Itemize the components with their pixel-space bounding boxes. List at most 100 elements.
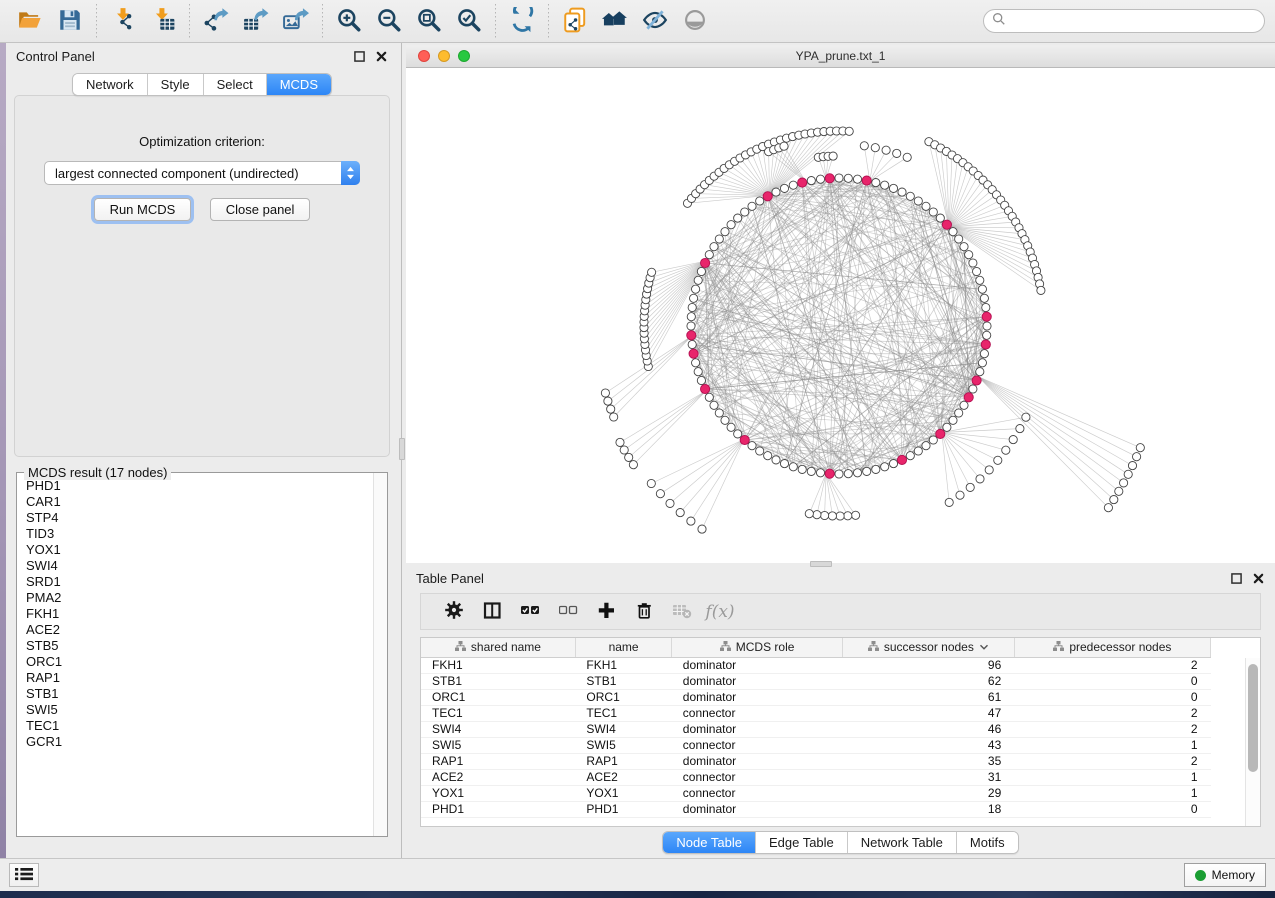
network-node[interactable]: [980, 350, 988, 358]
network-node[interactable]: [922, 202, 930, 210]
network-node[interactable]: [721, 416, 729, 424]
zoom-selected-button[interactable]: [449, 4, 489, 38]
network-node[interactable]: [914, 447, 922, 455]
network-node[interactable]: [1104, 504, 1112, 512]
deselect-all-button[interactable]: [549, 597, 587, 627]
network-node[interactable]: [710, 243, 718, 251]
network-node[interactable]: [1124, 470, 1132, 478]
network-node[interactable]: [960, 401, 968, 409]
network-node[interactable]: [629, 461, 637, 469]
network-node[interactable]: [983, 322, 991, 330]
network-node[interactable]: [772, 456, 780, 464]
network-node[interactable]: [872, 179, 880, 187]
network-node[interactable]: [1009, 436, 1017, 444]
column-header-MCDS-role[interactable]: MCDS role: [672, 638, 843, 657]
network-node[interactable]: [845, 127, 853, 135]
hide-graphics-details-button[interactable]: [635, 4, 675, 38]
export-network-button[interactable]: [196, 4, 236, 38]
network-node[interactable]: [710, 401, 718, 409]
network-node[interactable]: [1133, 453, 1141, 461]
network-node[interactable]: [882, 146, 890, 154]
column-visibility-button[interactable]: [473, 597, 511, 627]
dominator-node[interactable]: [936, 429, 945, 438]
float-table-panel-button[interactable]: [1229, 571, 1243, 585]
dominator-node[interactable]: [798, 178, 807, 187]
network-node[interactable]: [620, 446, 628, 454]
network-node[interactable]: [676, 509, 684, 517]
vertical-splitter[interactable]: [398, 43, 406, 858]
network-node[interactable]: [604, 397, 612, 405]
network-node[interactable]: [889, 184, 897, 192]
network-node[interactable]: [705, 393, 713, 401]
network-node[interactable]: [956, 491, 964, 499]
network-node[interactable]: [969, 259, 977, 267]
select-all-button[interactable]: [511, 597, 549, 627]
network-node[interactable]: [966, 483, 974, 491]
dominator-node[interactable]: [982, 312, 991, 321]
network-node[interactable]: [836, 512, 844, 520]
table-row[interactable]: YOX1YOX1connector291: [421, 785, 1211, 801]
network-node[interactable]: [616, 438, 624, 446]
network-node[interactable]: [789, 463, 797, 471]
dominator-node[interactable]: [701, 384, 710, 393]
dominator-node[interactable]: [825, 469, 834, 478]
network-node[interactable]: [980, 294, 988, 302]
network-node[interactable]: [816, 469, 824, 477]
network-node[interactable]: [949, 416, 957, 424]
network-node[interactable]: [1115, 487, 1123, 495]
network-node[interactable]: [756, 197, 764, 205]
tab-mcds[interactable]: MCDS: [267, 74, 331, 95]
dominator-node[interactable]: [687, 331, 696, 340]
network-node[interactable]: [982, 303, 990, 311]
network-node[interactable]: [656, 490, 664, 498]
network-node[interactable]: [648, 268, 656, 276]
network-node[interactable]: [625, 453, 633, 461]
table-row[interactable]: SWI5SWI5connector431: [421, 737, 1211, 753]
network-node[interactable]: [985, 466, 993, 474]
task-history-button[interactable]: [9, 863, 39, 887]
network-node[interactable]: [893, 149, 901, 157]
network-node[interactable]: [756, 447, 764, 455]
network-node[interactable]: [692, 359, 700, 367]
float-panel-button[interactable]: [352, 49, 366, 63]
network-node[interactable]: [1037, 286, 1045, 294]
table-row[interactable]: ORC1ORC1dominator610: [421, 689, 1211, 705]
close-table-panel-button[interactable]: [1251, 571, 1265, 585]
dominator-node[interactable]: [825, 174, 834, 183]
network-node[interactable]: [844, 512, 852, 520]
table-row[interactable]: RAP1RAP1dominator352: [421, 753, 1211, 769]
network-node[interactable]: [647, 479, 655, 487]
network-node[interactable]: [872, 465, 880, 473]
network-node[interactable]: [697, 376, 705, 384]
network-node[interactable]: [764, 452, 772, 460]
network-node[interactable]: [871, 144, 879, 152]
dominator-node[interactable]: [862, 176, 871, 185]
network-node[interactable]: [922, 442, 930, 450]
open-button[interactable]: [10, 4, 50, 38]
network-node[interactable]: [1016, 425, 1024, 433]
network-node[interactable]: [936, 214, 944, 222]
network-node[interactable]: [694, 276, 702, 284]
network-node[interactable]: [1136, 444, 1144, 452]
network-node[interactable]: [828, 512, 836, 520]
network-node[interactable]: [969, 385, 977, 393]
table-row[interactable]: TEC1TEC1connector472: [421, 705, 1211, 721]
table-row[interactable]: ACE2ACE2connector311: [421, 769, 1211, 785]
search-input[interactable]: [1011, 14, 1256, 28]
network-node[interactable]: [780, 142, 788, 150]
network-node[interactable]: [607, 405, 615, 413]
network-node[interactable]: [821, 511, 829, 519]
network-node[interactable]: [903, 153, 911, 161]
splitter-grip[interactable]: [399, 438, 405, 460]
network-node[interactable]: [772, 188, 780, 196]
network-node[interactable]: [929, 208, 937, 216]
network-node[interactable]: [741, 208, 749, 216]
network-node[interactable]: [835, 174, 843, 182]
table-row[interactable]: SWI4SWI4dominator462: [421, 721, 1211, 737]
network-node[interactable]: [844, 470, 852, 478]
network-node[interactable]: [976, 368, 984, 376]
dominator-node[interactable]: [942, 220, 951, 229]
memory-button[interactable]: Memory: [1184, 863, 1266, 887]
dominator-node[interactable]: [689, 349, 698, 358]
network-node[interactable]: [601, 389, 609, 397]
